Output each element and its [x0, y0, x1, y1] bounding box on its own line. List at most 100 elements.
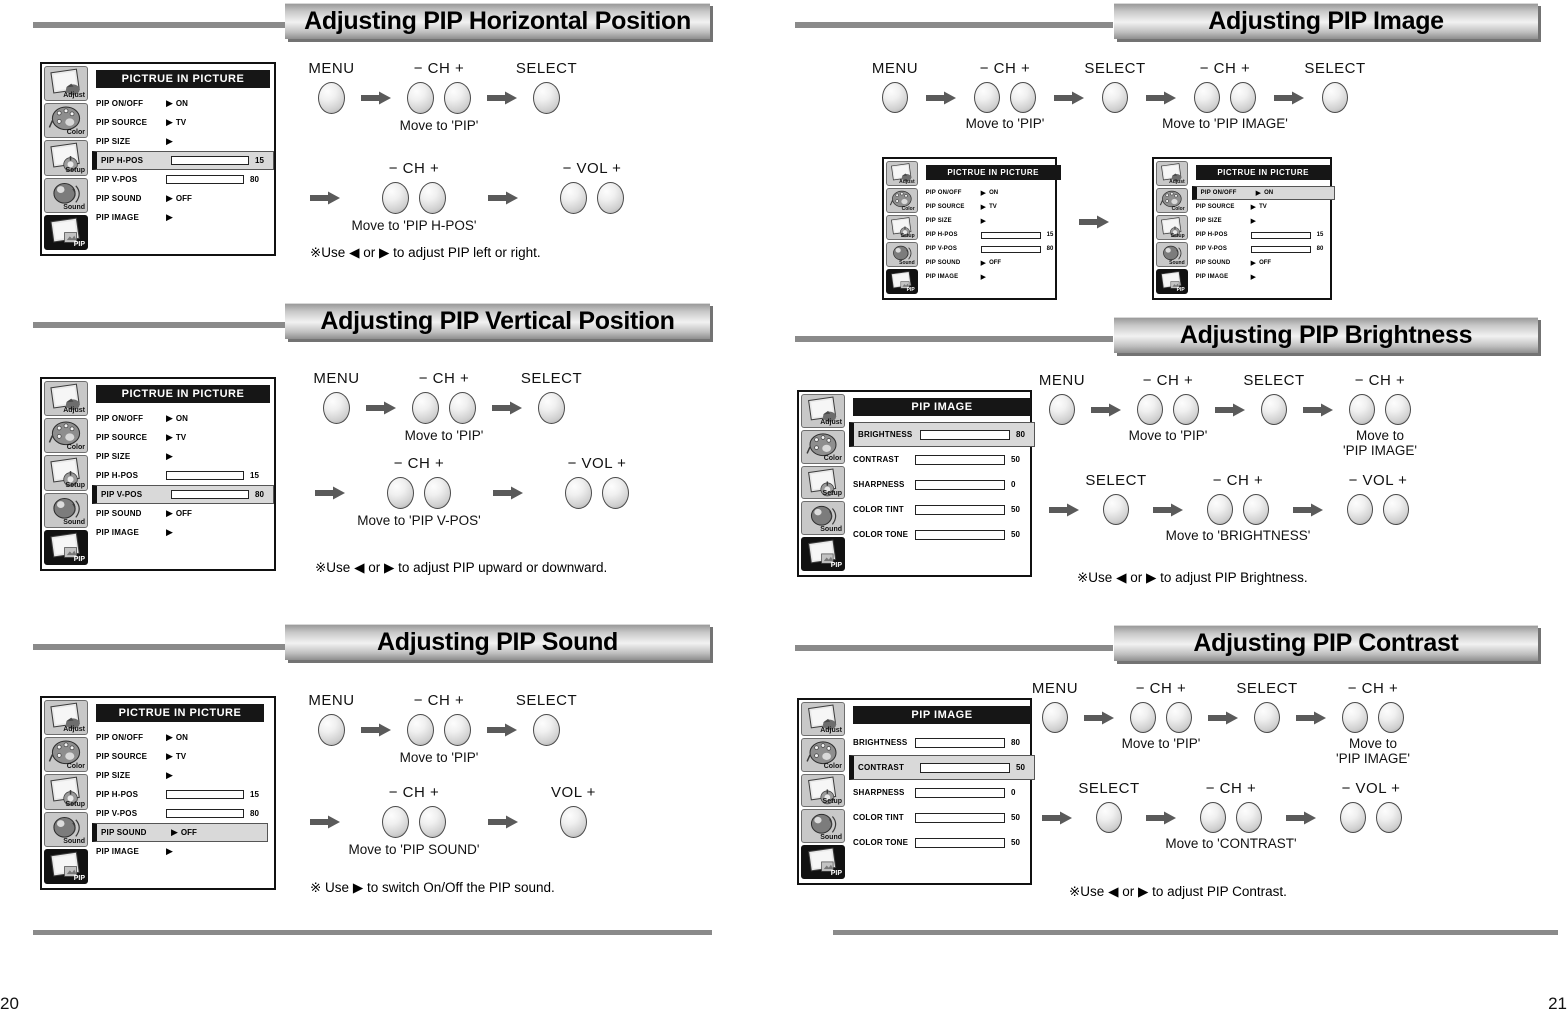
osd-slider[interactable] [171, 490, 249, 499]
osd-icon-color[interactable]: Color [801, 737, 845, 772]
osd-row[interactable]: BRIGHTNESS 80 [849, 730, 1035, 755]
osd-icon-adjust[interactable]: Adjust [801, 702, 845, 736]
osd-row[interactable]: COLOR TONE 50 [849, 522, 1035, 547]
control-button[interactable] [602, 477, 629, 509]
osd-slider[interactable] [915, 529, 1005, 540]
control-button[interactable] [1130, 702, 1156, 733]
osd-slider[interactable] [915, 454, 1005, 465]
osd-row[interactable]: CONTRAST 50 [849, 447, 1035, 472]
control-button[interactable] [1342, 702, 1368, 733]
osd-row[interactable]: PIP V-POS 80 [1192, 242, 1335, 256]
osd-row[interactable]: COLOR TINT 50 [849, 497, 1035, 522]
osd-row[interactable]: PIP IMAGE ▶ [922, 270, 1065, 284]
control-button[interactable] [1207, 494, 1233, 525]
osd-row[interactable]: PIP V-POS 80 [92, 804, 268, 823]
osd-icon-pip[interactable]: PIP [44, 529, 88, 566]
control-button[interactable] [412, 392, 439, 424]
osd-slider[interactable] [166, 471, 244, 480]
osd-icon-color[interactable]: Color [1156, 188, 1188, 213]
osd-row[interactable]: SHARPNESS 0 [849, 472, 1035, 497]
osd-icon-setup[interactable]: Setup [801, 773, 845, 808]
osd-icon-color[interactable]: Color [801, 429, 845, 464]
osd-row[interactable]: PIP H-POS 15 [92, 466, 274, 485]
osd-row[interactable]: PIP ON/OFF ▶ ON [92, 728, 268, 747]
osd-row[interactable]: PIP SOURCE ▶ TV [92, 428, 274, 447]
osd-row[interactable]: PIP IMAGE ▶ [92, 842, 268, 861]
osd-row[interactable]: PIP IMAGE ▶ [1192, 270, 1335, 284]
osd-row-selected[interactable]: PIP H-POS 15 [92, 151, 274, 170]
osd-row[interactable]: PIP IMAGE ▶ [92, 208, 274, 227]
control-button[interactable] [449, 392, 476, 424]
control-button[interactable] [1376, 802, 1402, 833]
control-button[interactable] [407, 82, 434, 114]
osd-icon-sound[interactable]: Sound [801, 809, 845, 844]
osd-panel-pip-sound[interactable]: Adjust Color Setup Sound PIP PICTRUE IN PICTU… [40, 696, 276, 890]
control-button[interactable] [382, 182, 409, 214]
osd-icon-setup[interactable]: Setup [44, 774, 88, 810]
osd-row[interactable]: PIP ON/OFF ▶ ON [92, 409, 274, 428]
osd-row[interactable]: PIP IMAGE ▶ [92, 523, 274, 542]
control-button[interactable] [1378, 702, 1404, 733]
control-button[interactable] [444, 714, 471, 746]
osd-slider[interactable] [915, 504, 1005, 515]
osd-row[interactable]: PIP SIZE ▶ [1192, 214, 1335, 228]
osd-icon-pip[interactable]: PIP [801, 537, 845, 571]
control-button[interactable] [882, 82, 908, 113]
control-button[interactable] [597, 182, 624, 214]
osd-icon-adjust[interactable]: Adjust [44, 66, 88, 102]
osd-icon-adjust[interactable]: Adjust [44, 381, 88, 417]
control-button[interactable] [1102, 82, 1128, 113]
control-button[interactable] [1230, 82, 1256, 113]
control-button[interactable] [1194, 82, 1220, 113]
control-button[interactable] [1049, 394, 1075, 425]
osd-slider[interactable] [915, 812, 1005, 823]
osd-icon-setup[interactable]: Setup [1156, 215, 1188, 240]
control-button[interactable] [1385, 394, 1411, 425]
control-button[interactable] [1173, 394, 1199, 425]
osd-row[interactable]: COLOR TONE 50 [849, 830, 1035, 855]
osd-icon-sound[interactable]: Sound [1156, 242, 1188, 267]
control-button[interactable] [407, 714, 434, 746]
control-button[interactable] [424, 477, 451, 509]
osd-row[interactable]: PIP SOURCE ▶ TV [1192, 200, 1335, 214]
osd-icon-sound[interactable]: Sound [801, 501, 845, 536]
osd-icon-sound[interactable]: Sound [44, 492, 88, 528]
osd-row[interactable]: PIP ON/OFF ▶ ON [92, 94, 274, 113]
control-button[interactable] [444, 82, 471, 114]
control-button[interactable] [1243, 494, 1269, 525]
osd-row[interactable]: PIP SOURCE ▶ TV [92, 113, 274, 132]
control-button[interactable] [323, 392, 350, 424]
control-button[interactable] [382, 806, 409, 838]
control-button[interactable] [533, 714, 560, 746]
osd-slider[interactable] [1250, 245, 1311, 253]
osd-icon-sound[interactable]: Sound [886, 242, 918, 267]
osd-row[interactable]: PIP SOURCE ▶ TV [92, 747, 268, 766]
osd-slider[interactable] [171, 156, 249, 165]
osd-panel-pip-image-after[interactable]: Adjust Color Setup Sound PIP PICTRUE IN PICTU… [1152, 157, 1335, 300]
osd-icon-color[interactable]: Color [44, 737, 88, 773]
osd-row[interactable]: PIP SIZE ▶ [92, 766, 268, 785]
osd-row[interactable]: PIP H-POS 15 [1192, 228, 1335, 242]
osd-icon-pip[interactable]: PIP [1156, 269, 1188, 294]
osd-slider[interactable] [166, 809, 244, 818]
osd-row-selected[interactable]: CONTRAST 50 [849, 755, 1035, 780]
control-button[interactable] [1010, 82, 1036, 113]
osd-icon-setup[interactable]: Setup [44, 455, 88, 491]
osd-row[interactable]: PIP V-POS 80 [92, 170, 274, 189]
osd-icon-sound[interactable]: Sound [44, 811, 88, 847]
osd-row[interactable]: PIP H-POS 15 [922, 228, 1065, 242]
osd-row[interactable]: SHARPNESS 0 [849, 780, 1035, 805]
osd-icon-adjust[interactable]: Adjust [44, 700, 88, 736]
osd-icon-pip[interactable]: PIP [886, 269, 918, 294]
control-button[interactable] [419, 806, 446, 838]
osd-row[interactable]: PIP H-POS 15 [92, 785, 268, 804]
control-button[interactable] [565, 477, 592, 509]
osd-icon-pip[interactable]: PIP [44, 214, 88, 251]
osd-slider[interactable] [915, 787, 1005, 798]
osd-icon-pip[interactable]: PIP [44, 848, 88, 885]
control-button[interactable] [318, 82, 345, 114]
control-button[interactable] [1103, 494, 1129, 525]
osd-slider[interactable] [915, 837, 1005, 848]
osd-icon-color[interactable]: Color [44, 418, 88, 454]
osd-icon-sound[interactable]: Sound [44, 177, 88, 213]
